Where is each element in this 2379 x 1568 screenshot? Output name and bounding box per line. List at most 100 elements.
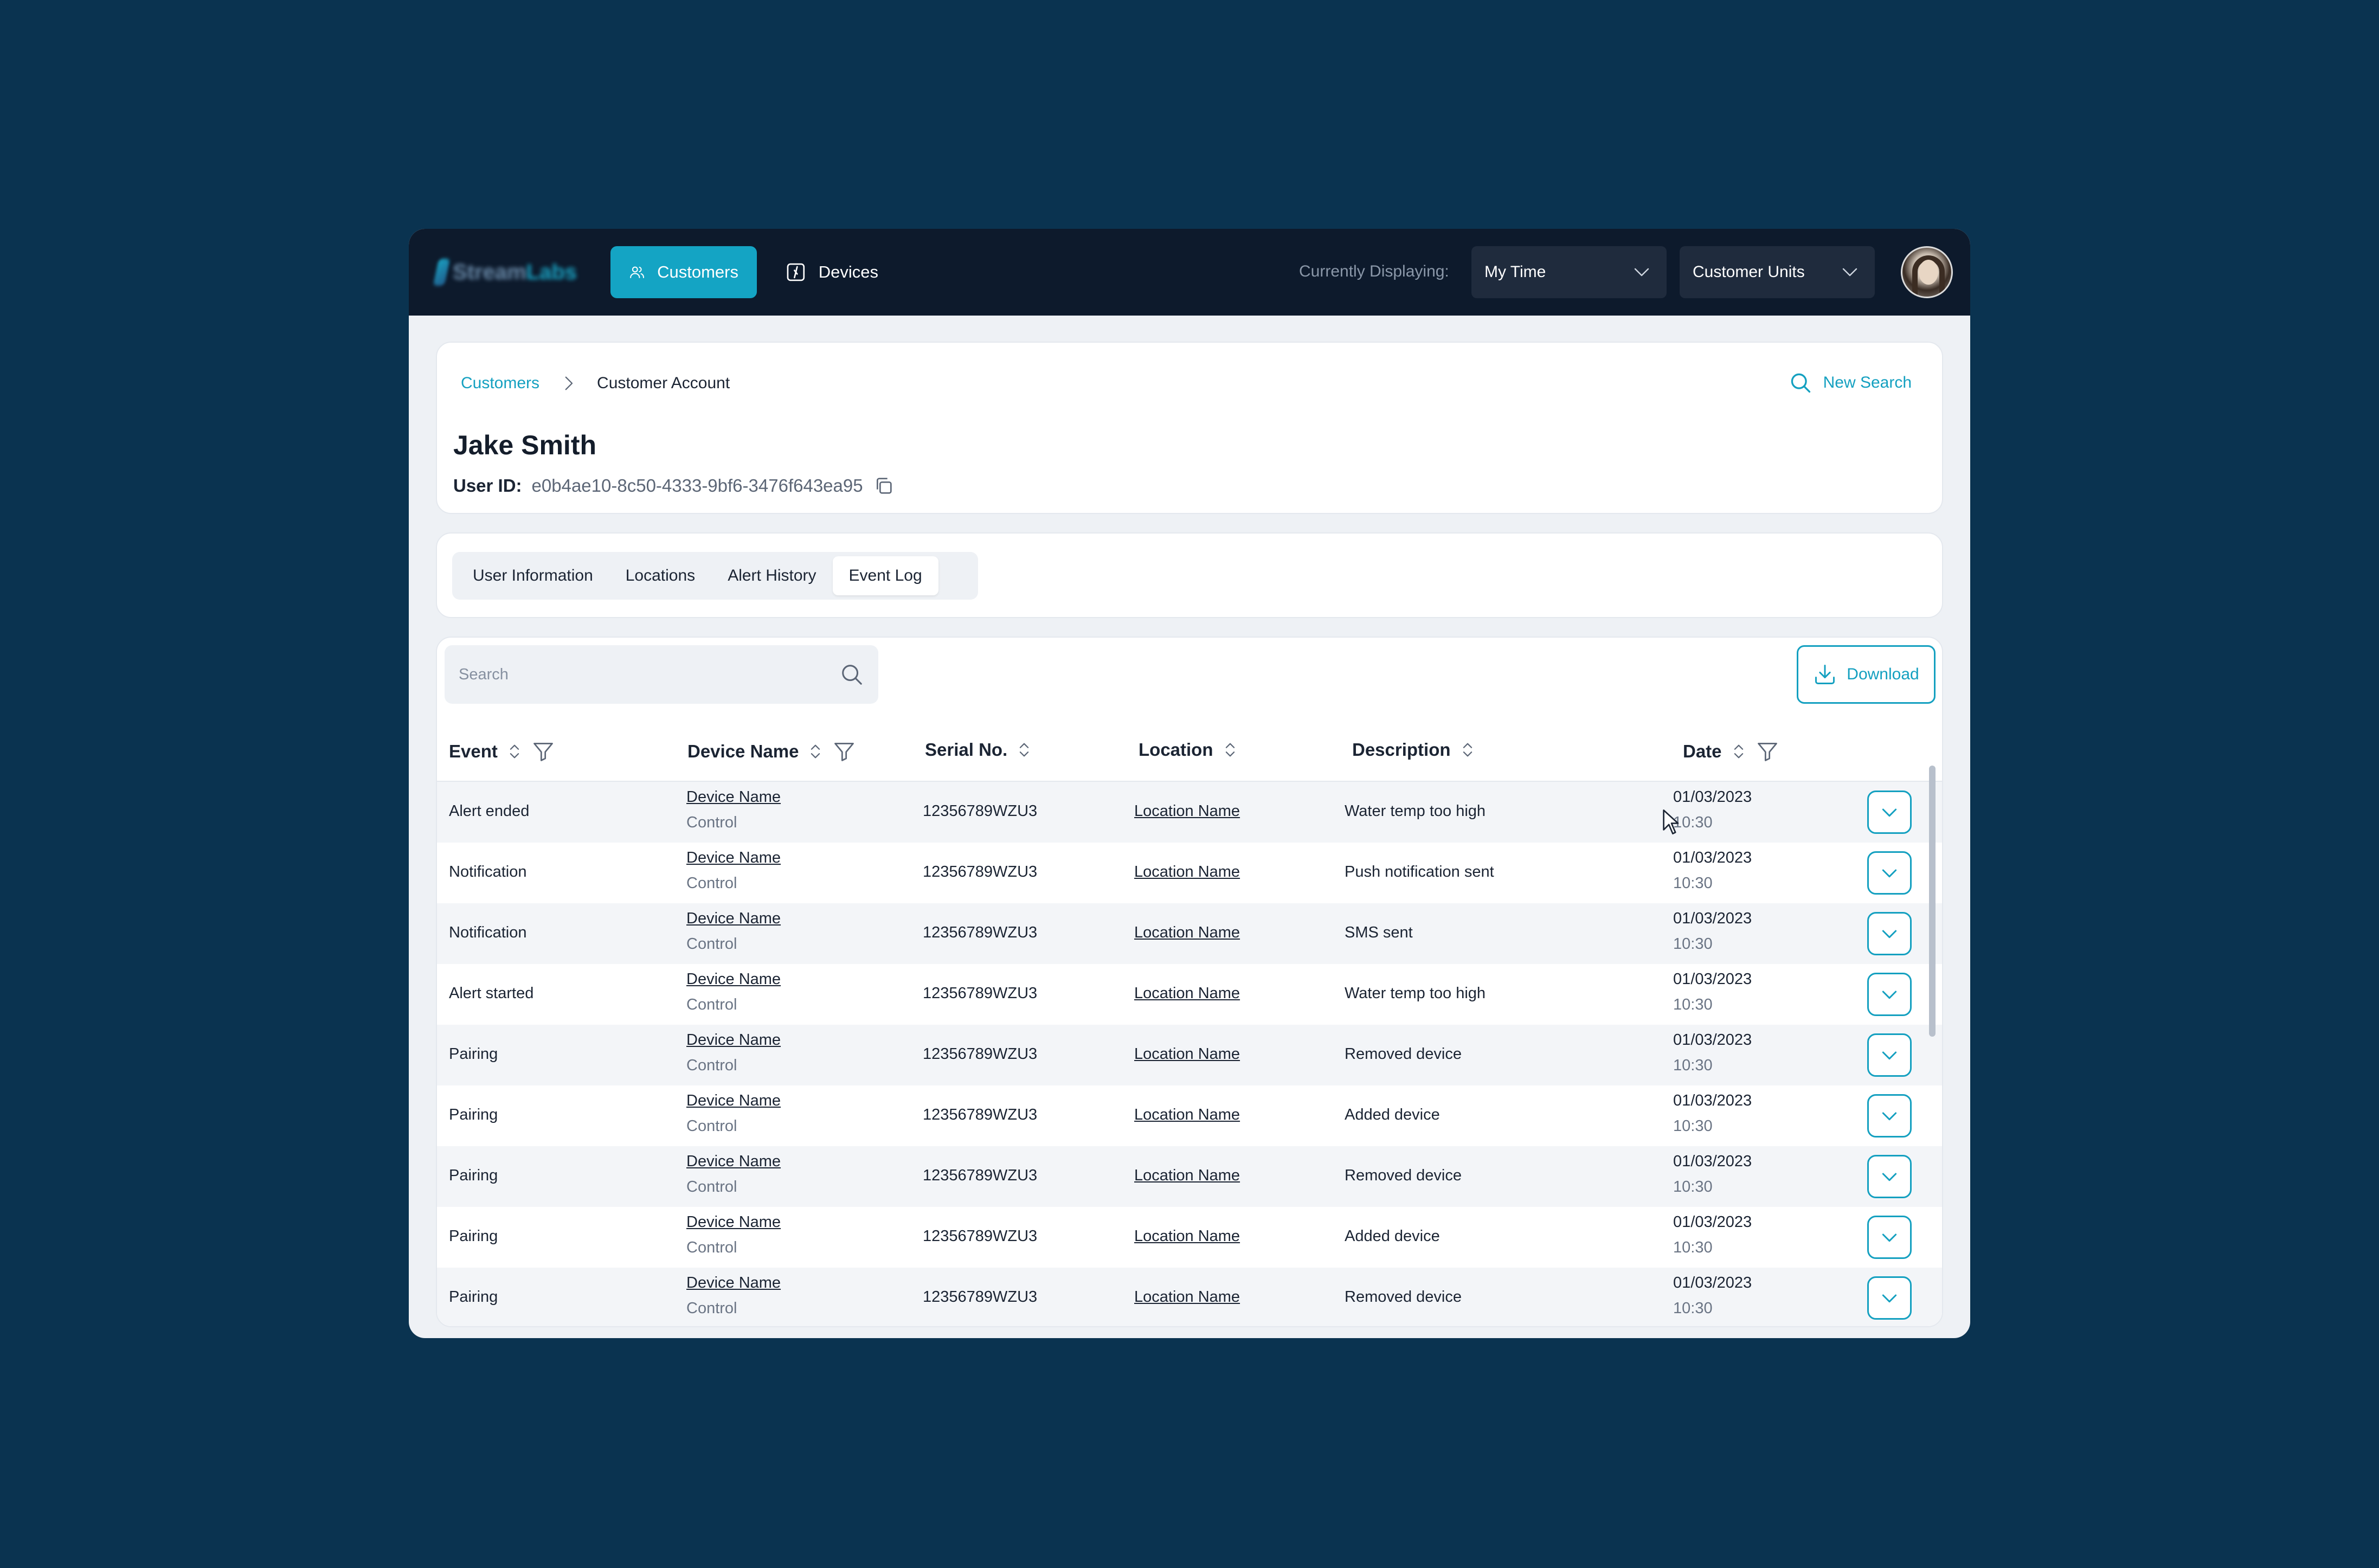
cell-event: Pairing: [449, 1228, 498, 1245]
filter-icon[interactable]: [832, 740, 856, 763]
sort-icon[interactable]: [1221, 741, 1239, 759]
cell-serial: 12356789WZU3: [923, 1106, 1038, 1123]
tab-user-information[interactable]: User Information: [456, 556, 609, 595]
expand-row-button[interactable]: [1867, 1033, 1912, 1077]
device-name-link[interactable]: Device Name: [686, 910, 781, 928]
cell-device: Device Name Control: [686, 1153, 781, 1196]
time-value: 10:30: [1673, 814, 1713, 831]
date-value: 01/03/2023: [1673, 788, 1752, 806]
cell-event: Alert started: [449, 985, 534, 1002]
tab-bar: User Information Locations Alert History…: [452, 552, 978, 600]
column-date-label: Date: [1683, 741, 1722, 761]
new-search-label: New Search: [1823, 374, 1912, 391]
sort-icon[interactable]: [1015, 741, 1033, 759]
sort-icon[interactable]: [806, 742, 825, 761]
device-name-link[interactable]: Device Name: [686, 1274, 781, 1292]
tab-alert-history[interactable]: Alert History: [711, 556, 832, 595]
table-row: Pairing Device Name Control 12356789WZU3 …: [437, 1025, 1942, 1085]
expand-row-button[interactable]: [1867, 1155, 1912, 1198]
device-type: Control: [686, 1057, 737, 1074]
app-logo[interactable]: StreamLabs: [433, 256, 577, 288]
device-name-link[interactable]: Device Name: [686, 971, 781, 988]
expand-row-button[interactable]: [1867, 791, 1912, 834]
chevron-down-icon: [1882, 1294, 1897, 1303]
top-nav-bar: StreamLabs Customers Devices Currently D…: [409, 229, 1970, 316]
device-name-link[interactable]: Device Name: [686, 1092, 781, 1110]
breadcrumb-customers-link[interactable]: Customers: [461, 374, 539, 393]
tab-locations[interactable]: Locations: [609, 556, 711, 595]
location-name-link[interactable]: Location Name: [1134, 863, 1240, 881]
location-name-link[interactable]: Location Name: [1134, 802, 1240, 820]
download-button[interactable]: Download: [1797, 645, 1936, 704]
time-value: 10:30: [1673, 1117, 1713, 1135]
expand-row-button[interactable]: [1867, 1276, 1912, 1320]
chevron-down-icon: [1882, 930, 1897, 939]
table-row: Pairing Device Name Control 12356789WZU3 …: [437, 1146, 1942, 1207]
expand-row-button[interactable]: [1867, 1094, 1912, 1138]
sort-icon[interactable]: [1729, 742, 1748, 761]
date-value: 01/03/2023: [1673, 971, 1752, 988]
expand-row-button[interactable]: [1867, 851, 1912, 895]
units-select-value: Customer Units: [1693, 263, 1805, 281]
location-name-link[interactable]: Location Name: [1134, 1167, 1240, 1185]
column-description-label: Description: [1352, 740, 1451, 760]
location-name-link[interactable]: Location Name: [1134, 924, 1240, 942]
tab-event-log[interactable]: Event Log: [832, 556, 938, 595]
cell-serial: 12356789WZU3: [923, 985, 1038, 1002]
device-name-link[interactable]: Device Name: [686, 788, 781, 806]
time-select[interactable]: My Time: [1471, 246, 1667, 298]
time-value: 10:30: [1673, 1178, 1713, 1196]
table-row: Alert started Device Name Control 1235678…: [437, 964, 1942, 1025]
location-name-link[interactable]: Location Name: [1134, 985, 1240, 1003]
device-name-link[interactable]: Device Name: [686, 1031, 781, 1049]
new-search-button[interactable]: New Search: [1789, 371, 1912, 395]
chevron-down-icon: [1882, 808, 1897, 817]
location-name-link[interactable]: Location Name: [1134, 1106, 1240, 1124]
device-name-link[interactable]: Device Name: [686, 1153, 781, 1171]
device-type: Control: [686, 935, 737, 953]
location-name-link[interactable]: Location Name: [1134, 1228, 1240, 1245]
device-name-link[interactable]: Device Name: [686, 849, 781, 867]
device-type: Control: [686, 1239, 737, 1256]
nav-devices-button[interactable]: Devices: [767, 246, 897, 298]
nav-customers-button[interactable]: Customers: [610, 246, 757, 298]
event-log-card: Search Download Event Device Name Serial…: [436, 637, 1943, 1327]
cell-event: Pairing: [449, 1288, 498, 1306]
cell-description: Added device: [1345, 1106, 1440, 1123]
search-icon: [842, 665, 862, 685]
download-label: Download: [1847, 665, 1919, 683]
chevron-down-icon: [1882, 991, 1897, 999]
cell-serial: 12356789WZU3: [923, 863, 1038, 881]
logo-text-accent: Labs: [526, 260, 577, 284]
search-placeholder: Search: [459, 665, 509, 683]
expand-row-button[interactable]: [1867, 1216, 1912, 1259]
logo-text: Stream: [453, 260, 526, 284]
column-serial: Serial No.: [925, 740, 1033, 760]
location-name-link[interactable]: Location Name: [1134, 1045, 1240, 1063]
device-type: Control: [686, 1178, 737, 1196]
sort-icon[interactable]: [1458, 741, 1477, 759]
cell-date: 01/03/2023 10:30: [1673, 971, 1752, 1014]
cell-device: Device Name Control: [686, 849, 781, 892]
search-input[interactable]: Search: [445, 645, 878, 704]
chevron-right-icon: [559, 374, 577, 393]
cell-serial: 12356789WZU3: [923, 1228, 1038, 1245]
time-value: 10:30: [1673, 875, 1713, 892]
cell-date: 01/03/2023 10:30: [1673, 1213, 1752, 1257]
units-select[interactable]: Customer Units: [1680, 246, 1875, 298]
user-id-value: e0b4ae10-8c50-4333-9bf6-3476f643ea95: [531, 475, 863, 496]
table-scrollbar[interactable]: [1929, 766, 1936, 1037]
copy-icon[interactable]: [873, 475, 895, 497]
location-name-link[interactable]: Location Name: [1134, 1288, 1240, 1306]
user-avatar[interactable]: [1901, 246, 1953, 298]
expand-row-button[interactable]: [1867, 973, 1912, 1016]
device-name-link[interactable]: Device Name: [686, 1213, 781, 1231]
filter-icon[interactable]: [1756, 740, 1779, 763]
logo-mark-icon: [433, 259, 451, 286]
filter-icon[interactable]: [531, 740, 555, 763]
date-value: 01/03/2023: [1673, 1031, 1752, 1049]
column-location-label: Location: [1139, 740, 1213, 760]
column-serial-label: Serial No.: [925, 740, 1008, 760]
sort-icon[interactable]: [505, 742, 524, 761]
expand-row-button[interactable]: [1867, 912, 1912, 955]
